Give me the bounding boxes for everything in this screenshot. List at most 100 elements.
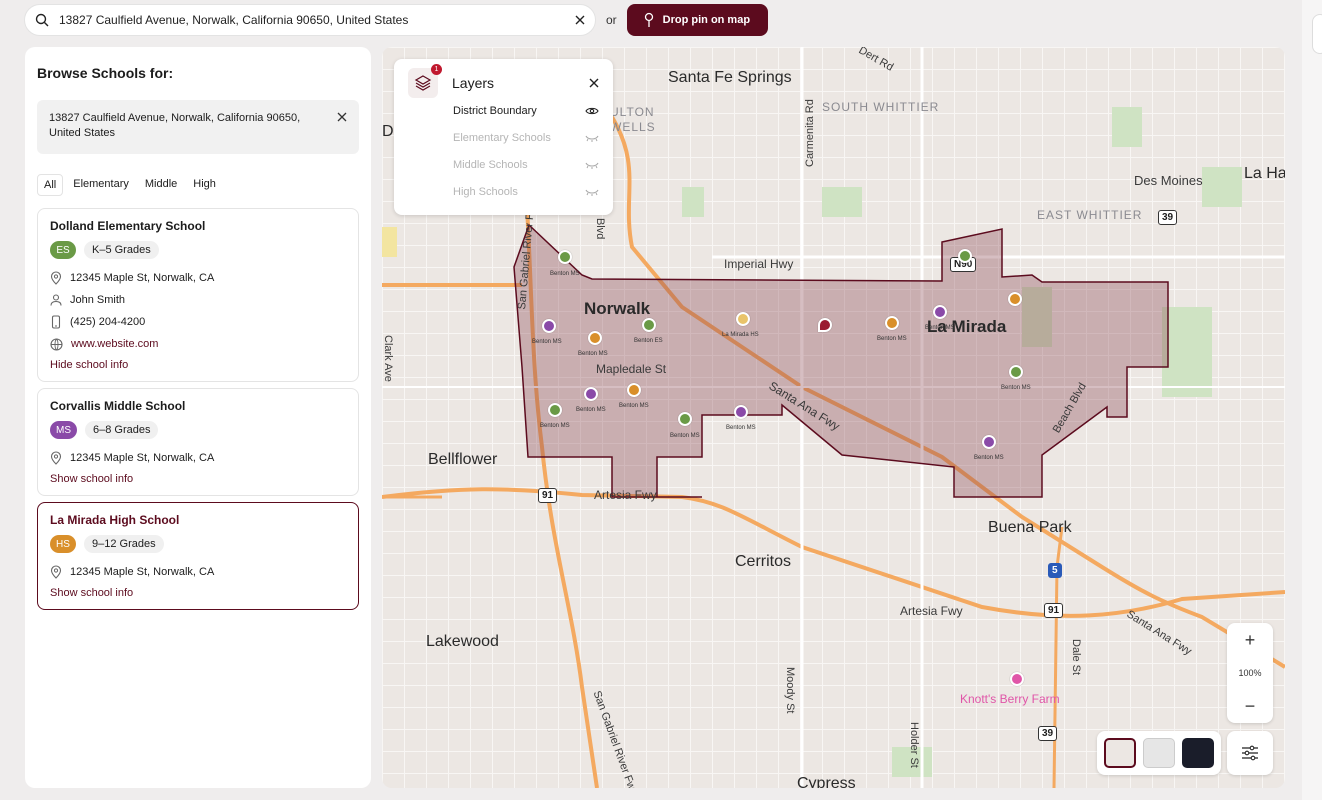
map-label: Norwalk [584, 299, 651, 318]
school-level-badge: ES [50, 241, 76, 259]
route-shield: 91 [1044, 603, 1064, 618]
map-settings-button[interactable] [1227, 731, 1273, 775]
route-shield: 91 [538, 488, 558, 503]
layers-title: Layers [452, 75, 495, 91]
location-pin-icon [50, 271, 62, 285]
grades-badge: 9–12 Grades [84, 535, 164, 553]
school-contact-row: John Smith [50, 289, 346, 311]
middle-school-pin[interactable] [542, 319, 556, 333]
map-style-dark[interactable] [1181, 738, 1214, 768]
route-shield: 5 [1048, 563, 1062, 578]
school-address-row: 12345 Maple St, Norwalk, CA [50, 561, 346, 583]
selected-address-text: 13827 Caulfield Avenue, Norwalk, Califor… [49, 112, 301, 139]
high-school-pin[interactable] [1008, 292, 1022, 306]
school-card-corvallis[interactable]: Corvallis Middle School MS 6–8 Grades 12… [37, 388, 359, 496]
elementary-school-pin[interactable] [678, 412, 692, 426]
map-label: Lakewood [426, 633, 499, 650]
location-pin-icon [50, 565, 62, 579]
school-address-row: 12345 Maple St, Norwalk, CA [50, 267, 346, 289]
elementary-school-pin[interactable] [548, 403, 562, 417]
school-card-la-mirada[interactable]: La Mirada High School HS 9–12 Grades 123… [37, 502, 359, 610]
layer-elementary-schools[interactable]: Elementary Schools [408, 124, 599, 151]
school-contact: John Smith [70, 294, 126, 306]
map-label: Artesia Fwy [594, 488, 657, 502]
attraction-pin[interactable] [1010, 672, 1024, 686]
map-label: Knott's Berry Farm [960, 692, 1060, 706]
map-label: La Ha [1244, 165, 1285, 182]
search-input[interactable]: 13827 Caulfield Avenue, Norwalk, Califor… [59, 13, 575, 27]
elementary-school-pin[interactable] [1009, 365, 1023, 379]
toggle-school-info[interactable]: Show school info [50, 473, 346, 485]
layer-label: High Schools [453, 185, 518, 198]
school-phone: (425) 204-4200 [70, 316, 146, 328]
map-label: Clark Ave [382, 335, 394, 382]
map-style-light[interactable] [1142, 738, 1175, 768]
pin-label: Benton MS [974, 455, 1004, 461]
school-address: 12345 Maple St, Norwalk, CA [70, 452, 215, 464]
toggle-school-info[interactable]: Show school info [50, 587, 346, 599]
location-pin-icon [50, 451, 62, 465]
close-icon[interactable] [589, 78, 599, 88]
route-shield: 39 [1038, 726, 1058, 741]
school-card-dolland[interactable]: Dolland Elementary School ES K–5 Grades … [37, 208, 359, 382]
schools-sidebar: Browse Schools for: 13827 Caulfield Aven… [25, 47, 371, 788]
school-address-row: 12345 Maple St, Norwalk, CA [50, 447, 346, 469]
map-label: Cypress [797, 775, 856, 788]
pin-label: Benton MS [532, 339, 562, 345]
zoom-out-button[interactable]: − [1245, 697, 1256, 715]
school-name: La Mirada High School [50, 513, 180, 527]
school-level-filter: All Elementary Middle High [37, 174, 359, 196]
filter-middle[interactable]: Middle [139, 174, 183, 196]
layers-toggle[interactable]: 1 [408, 64, 442, 98]
middle-school-pin[interactable] [734, 405, 748, 419]
clear-search-icon[interactable] [575, 15, 585, 25]
high-school-pin[interactable] [588, 331, 602, 345]
high-school-pin[interactable] [627, 383, 641, 397]
elementary-school-pin[interactable] [558, 250, 572, 264]
pin-label: Benton MS [576, 407, 606, 413]
map-view[interactable]: Santa Fe Springs SOUTH WHITTIER EAST WHI… [382, 47, 1285, 788]
eye-closed-icon[interactable] [585, 133, 599, 143]
layers-icon [414, 75, 432, 91]
eye-closed-icon[interactable] [585, 160, 599, 170]
map-style-default[interactable] [1104, 738, 1137, 768]
layer-high-schools[interactable]: High Schools [408, 178, 599, 205]
pin-label: Benton MS [925, 325, 955, 331]
address-search[interactable]: 13827 Caulfield Avenue, Norwalk, Califor… [24, 4, 596, 36]
pin-label: Benton MS [578, 351, 608, 357]
layer-middle-schools[interactable]: Middle Schools [408, 151, 599, 178]
filter-elementary[interactable]: Elementary [67, 174, 135, 196]
elementary-school-pin[interactable] [958, 249, 972, 263]
drop-pin-button[interactable]: Drop pin on map [626, 4, 769, 36]
search-icon [35, 13, 49, 27]
middle-school-pin[interactable] [584, 387, 598, 401]
selected-address-pin[interactable] [818, 318, 832, 332]
filter-all[interactable]: All [37, 174, 64, 196]
grades-badge: K–5 Grades [84, 241, 159, 259]
map-label: Carmenita Rd [804, 99, 816, 167]
middle-school-pin[interactable] [933, 305, 947, 319]
toggle-school-info[interactable]: Hide school info [50, 359, 346, 371]
middle-school-pin[interactable] [982, 435, 996, 449]
map-label: Moody St [784, 667, 796, 714]
eye-icon[interactable] [585, 106, 599, 116]
zoom-level: 100% [1238, 668, 1262, 678]
drop-pin-label: Drop pin on map [662, 14, 751, 26]
school-name: Corvallis Middle School [50, 399, 186, 413]
pin-label: Benton MS [1001, 385, 1031, 391]
top-bar: 13827 Caulfield Avenue, Norwalk, Califor… [24, 4, 769, 36]
eye-closed-icon[interactable] [585, 187, 599, 197]
zoom-in-button[interactable]: + [1245, 631, 1256, 649]
high-school-pin[interactable] [885, 316, 899, 330]
pin-label: Benton MS [619, 403, 649, 409]
filter-high[interactable]: High [187, 174, 222, 196]
high-school-pin[interactable] [736, 312, 750, 326]
collapsed-panel-handle[interactable] [1312, 14, 1322, 54]
close-icon[interactable] [337, 112, 347, 122]
layer-district-boundary[interactable]: District Boundary [408, 97, 599, 124]
school-level-badge: HS [50, 535, 76, 553]
pin-label: La Mirada HS [722, 332, 759, 338]
elementary-school-pin[interactable] [642, 318, 656, 332]
school-website-link[interactable]: www.website.com [71, 338, 158, 350]
right-edge-strip [1302, 0, 1322, 800]
